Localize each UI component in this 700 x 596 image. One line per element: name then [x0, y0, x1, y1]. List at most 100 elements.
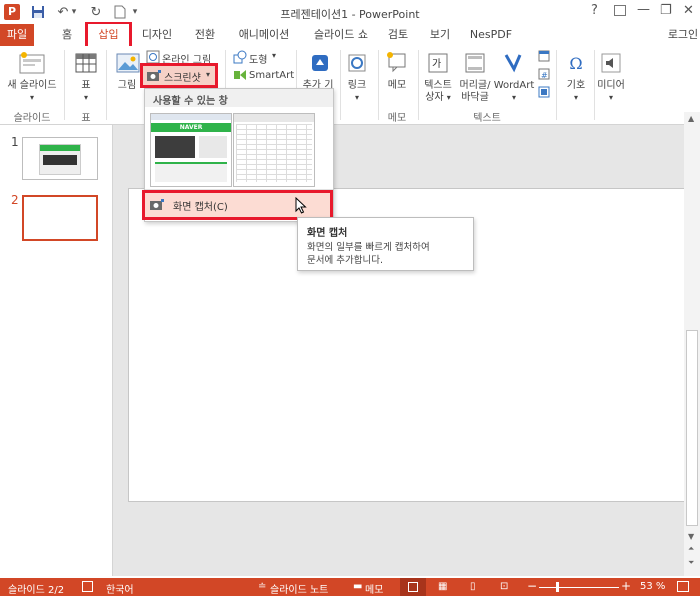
- new-slide-icon[interactable]: [18, 50, 46, 76]
- vertical-scrollbar[interactable]: ▲ ▼ ⏶ ⏷: [684, 112, 700, 576]
- close-button[interactable]: ✕: [683, 3, 694, 18]
- tab-design[interactable]: 디자인: [135, 24, 179, 46]
- screen-clip-item[interactable]: 화면 캡처(C): [145, 193, 330, 217]
- tables-group-label: 표: [81, 113, 91, 124]
- link-dropdown-arrow[interactable]: ▾: [351, 92, 363, 104]
- available-window-2[interactable]: [233, 113, 315, 187]
- available-windows-header: 사용할 수 있는 창: [153, 96, 228, 107]
- online-picture-icon[interactable]: [146, 50, 160, 64]
- comments-group-label: 메모: [387, 113, 407, 124]
- slide-sorter-button[interactable]: ▦: [438, 581, 447, 592]
- addin-icon[interactable]: [309, 52, 331, 74]
- tab-home[interactable]: 홈: [52, 24, 82, 46]
- thumbnail-block: [43, 155, 77, 165]
- symbol-icon[interactable]: Ω: [565, 52, 587, 74]
- thumbnail-banner: [40, 145, 80, 151]
- mouse-cursor-icon: [295, 196, 307, 217]
- help-button[interactable]: ?: [591, 3, 598, 18]
- new-slide-button[interactable]: 새 슬라이드: [4, 80, 60, 92]
- tab-view[interactable]: 보기: [425, 24, 455, 46]
- slide-thumbnail-2[interactable]: [22, 195, 98, 241]
- available-window-1[interactable]: NAVER: [150, 113, 232, 187]
- screenshot-icon[interactable]: [146, 69, 162, 82]
- next-slide-icon[interactable]: ⏷: [688, 558, 694, 568]
- tooltip-description-line2: 문서에 추가합니다.: [307, 255, 383, 266]
- link-icon[interactable]: [346, 52, 368, 74]
- zoom-slider[interactable]: [539, 587, 619, 588]
- header-footer-label-line1: 머리글/: [459, 80, 491, 91]
- zoom-in-button[interactable]: +: [621, 579, 631, 593]
- textbox-icon[interactable]: 가: [427, 52, 449, 74]
- window-thumb-block: [155, 136, 195, 158]
- screenshot-dropdown-arrow[interactable]: ▾: [206, 70, 210, 79]
- screenshot-button[interactable]: 스크린샷: [164, 69, 201, 84]
- table-button[interactable]: 표: [74, 80, 98, 92]
- new-slide-dropdown-arrow[interactable]: ▾: [26, 92, 38, 104]
- tab-animations[interactable]: 애니메이션: [232, 24, 296, 46]
- media-button[interactable]: 미디어: [594, 80, 628, 92]
- screen-clip-icon: [149, 198, 165, 211]
- slide-number-icon[interactable]: #: [538, 68, 550, 80]
- tab-review[interactable]: 검토: [383, 24, 413, 46]
- ribbon-display-icon[interactable]: [614, 5, 626, 16]
- wordart-dropdown-arrow[interactable]: ▾: [508, 92, 520, 104]
- zoom-level[interactable]: 53 %: [640, 581, 665, 592]
- thumbnail-number: 2: [11, 193, 19, 207]
- smartart-button[interactable]: SmartArt: [249, 70, 294, 81]
- restore-button[interactable]: ❐: [660, 3, 672, 18]
- tab-transitions[interactable]: 전환: [187, 24, 223, 46]
- scroll-up-arrow[interactable]: ▲: [688, 114, 694, 123]
- tab-slideshow[interactable]: 슬라이드 쇼: [306, 24, 376, 46]
- header-footer-icon[interactable]: [464, 52, 486, 74]
- shapes-icon[interactable]: [233, 50, 247, 64]
- reading-view-button[interactable]: ▯: [470, 581, 476, 592]
- textbox-dropdown-arrow[interactable]: ▾: [447, 93, 451, 102]
- notes-button[interactable]: 슬라이드 노트: [270, 581, 328, 596]
- object-icon[interactable]: [538, 86, 550, 98]
- media-dropdown-arrow[interactable]: ▾: [605, 92, 617, 104]
- screen-clip-label: 화면 캡처(C): [173, 202, 228, 213]
- scrollbar-thumb[interactable]: [686, 330, 698, 526]
- shapes-button[interactable]: 도형: [249, 51, 267, 66]
- picture-icon[interactable]: [115, 52, 141, 74]
- minimize-button[interactable]: —: [637, 2, 650, 17]
- symbol-dropdown-arrow[interactable]: ▾: [570, 92, 582, 104]
- comments-button[interactable]: 메모: [365, 581, 383, 596]
- comment-button[interactable]: 메모: [382, 80, 412, 92]
- header-footer-button[interactable]: 머리글/ 바닥글: [456, 80, 494, 104]
- group-divider: [64, 50, 65, 120]
- scroll-down-arrow[interactable]: ▼: [688, 532, 694, 541]
- previous-slide-icon[interactable]: ⏶: [688, 544, 694, 554]
- table-icon[interactable]: [74, 52, 98, 74]
- slide-thumbnail-1[interactable]: [22, 137, 98, 180]
- wordart-icon[interactable]: [501, 50, 525, 74]
- picture-button[interactable]: 그림: [112, 80, 142, 92]
- svg-text:#: #: [541, 71, 548, 80]
- group-divider: [418, 50, 419, 120]
- tab-insert[interactable]: 삽입: [88, 24, 129, 46]
- smartart-icon[interactable]: [233, 68, 247, 82]
- zoom-slider-thumb[interactable]: [556, 582, 559, 592]
- date-time-icon[interactable]: [538, 50, 550, 62]
- zoom-out-button[interactable]: −: [527, 579, 537, 593]
- tab-file[interactable]: 파일: [0, 24, 34, 46]
- symbol-button[interactable]: 기호: [562, 80, 590, 92]
- comment-icon[interactable]: [385, 50, 409, 74]
- wordart-button[interactable]: WordArt: [493, 80, 535, 92]
- tab-nespdf[interactable]: NesPDF: [466, 24, 516, 46]
- shapes-dropdown-arrow[interactable]: ▾: [272, 51, 276, 60]
- thumbnail-image: [39, 144, 81, 175]
- media-icon[interactable]: [600, 52, 622, 74]
- ribbon-tabs: 파일 홈 삽입 디자인 전환 애니메이션 슬라이드 쇼 검토 보기 NesPDF…: [0, 24, 700, 46]
- table-dropdown-arrow[interactable]: ▾: [80, 92, 92, 104]
- group-divider: [340, 50, 341, 120]
- text-group-label: 텍스트: [473, 113, 501, 124]
- window-thumb-banner: NAVER: [151, 123, 231, 132]
- link-button[interactable]: 링크: [343, 80, 371, 92]
- language-indicator[interactable]: 한국어: [106, 581, 134, 596]
- textbox-button[interactable]: 텍스트 상자 ▾: [420, 80, 456, 104]
- slideshow-button[interactable]: ⊡: [500, 581, 508, 592]
- account-signin[interactable]: 로그인: [666, 24, 700, 46]
- spellcheck-icon[interactable]: [82, 581, 93, 592]
- fit-to-window-icon[interactable]: [677, 581, 689, 592]
